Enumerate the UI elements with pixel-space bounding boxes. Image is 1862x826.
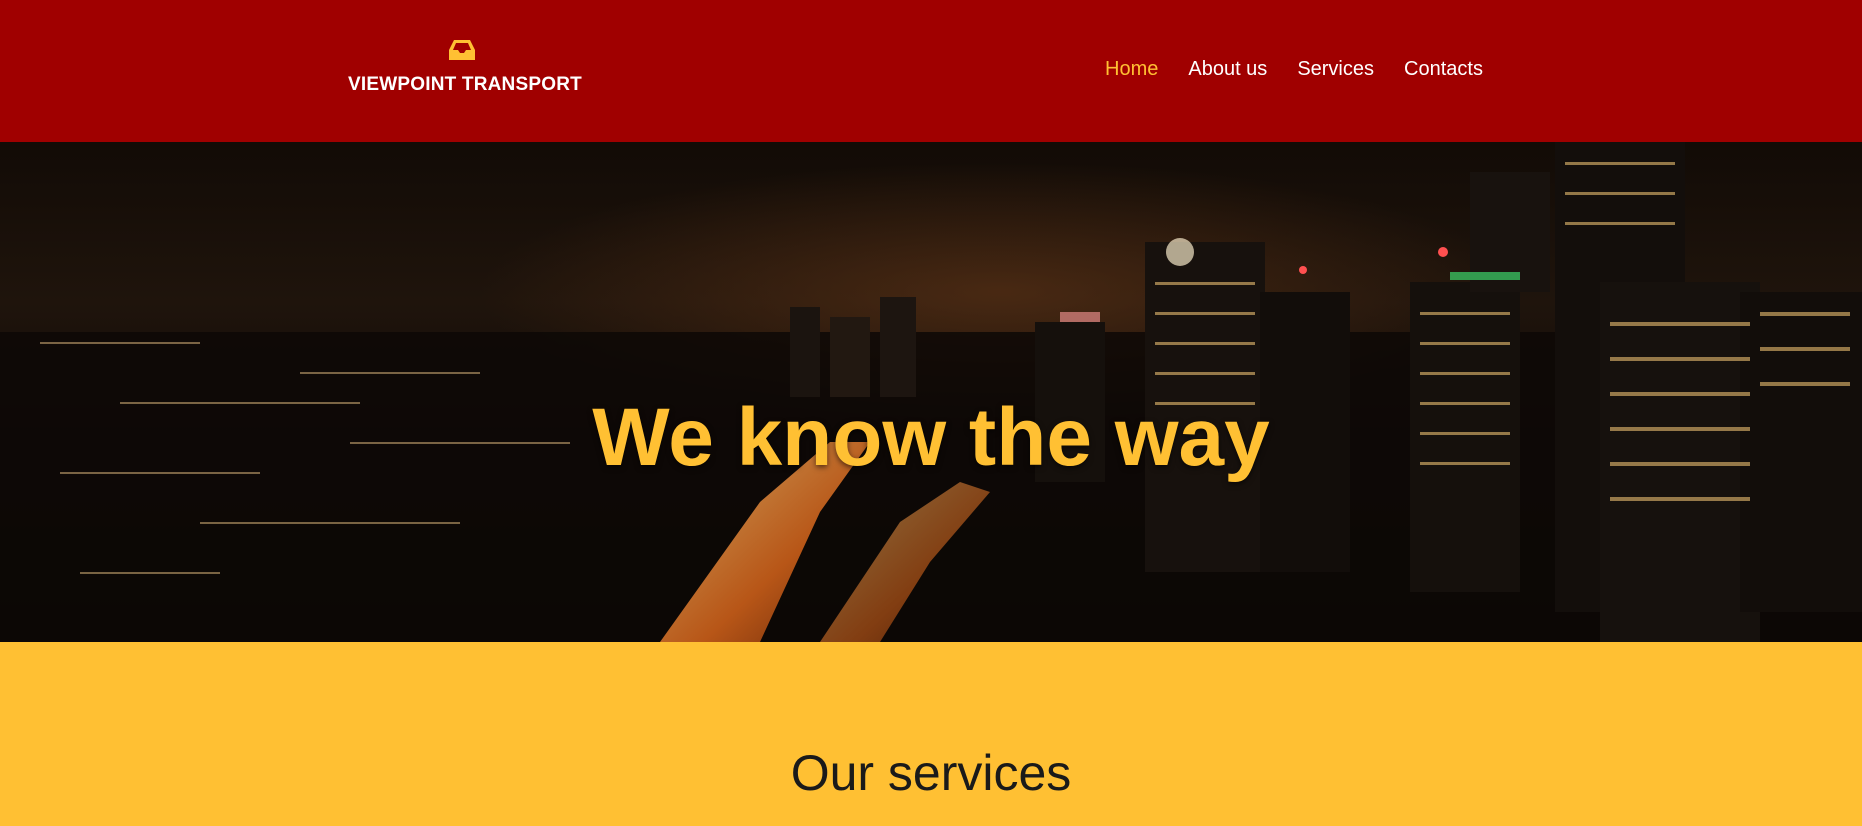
main-nav: Home About us Services Contacts — [1105, 58, 1483, 81]
hero-headline: We know the way — [592, 391, 1270, 483]
nav-item-services[interactable]: Services — [1297, 58, 1374, 81]
hero-banner: We know the way — [0, 142, 1862, 642]
services-title: Our services — [790, 745, 1072, 801]
inbox-tray-icon — [449, 40, 475, 60]
nav-item-contacts[interactable]: Contacts — [1404, 58, 1483, 81]
brand-name: VIEWPOINT TRANSPORT — [348, 74, 582, 95]
nav-item-home[interactable]: Home — [1105, 58, 1158, 81]
brand-logo[interactable]: VIEWPOINT TRANSPORT — [348, 38, 582, 96]
services-section: Our services — [0, 642, 1862, 826]
site-header: VIEWPOINT TRANSPORT Home About us Servic… — [0, 0, 1862, 142]
nav-item-about-us[interactable]: About us — [1188, 58, 1267, 81]
